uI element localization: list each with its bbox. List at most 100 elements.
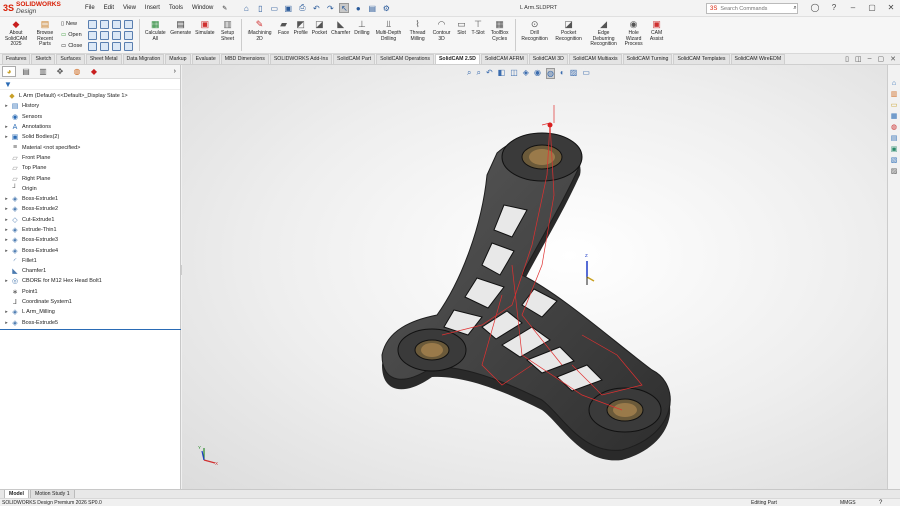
- feature-manager-tab-icon[interactable]: ◕: [2, 66, 16, 77]
- tree-item[interactable]: ◜ Fillet1: [0, 256, 180, 266]
- menu-window[interactable]: Window: [192, 5, 213, 12]
- about-solidcam-button[interactable]: ◆ About SolidCAM 2025: [0, 19, 32, 48]
- close-icon[interactable]: ✕: [886, 3, 896, 12]
- expand-arrow-icon[interactable]: ▸: [3, 124, 10, 130]
- redo-icon[interactable]: ↷: [325, 3, 335, 13]
- search-input[interactable]: [720, 5, 791, 12]
- tree-item[interactable]: ▸ ◈ Boss-Extrude3: [0, 235, 180, 245]
- calculate-all-button[interactable]: ▦ Calculate All: [142, 19, 168, 42]
- tab-solidcam-templates[interactable]: SolidCAM Templates: [673, 54, 730, 64]
- tree-item[interactable]: ▸ ◎ CBORE for M12 Hex Head Bolt1: [0, 276, 180, 286]
- tree-item[interactable]: ▸ ◈ Boss-Extrude1: [0, 194, 180, 204]
- file-explorer-icon[interactable]: ▭: [890, 101, 899, 109]
- graphics-viewport[interactable]: ⌕ ⌕ ↶ ◧ ◫ ◈ ◉ ◍ ◐ ▨ ▭ Y X Z: [182, 65, 887, 489]
- panel-expand-icon[interactable]: ›: [174, 68, 176, 75]
- design-library-icon[interactable]: ▥: [890, 90, 899, 98]
- tile-icon[interactable]: ▯: [845, 55, 849, 63]
- expand-arrow-icon[interactable]: ▸: [3, 227, 10, 233]
- tool-icon[interactable]: [100, 42, 110, 51]
- configuration-manager-tab-icon[interactable]: ▥: [36, 66, 50, 77]
- tool-icon[interactable]: [100, 31, 110, 40]
- new-button[interactable]: ▯ New: [61, 19, 82, 29]
- tab-data-migration[interactable]: Data Migration: [122, 54, 165, 64]
- tab-markup[interactable]: Markup: [165, 54, 191, 64]
- tool-icon[interactable]: [100, 20, 110, 29]
- extra-task-icon[interactable]: ▨: [890, 167, 899, 175]
- tree-item[interactable]: ◣ Chamfer1: [0, 266, 180, 276]
- tab-evaluate[interactable]: Evaluate: [191, 54, 220, 64]
- tree-item[interactable]: ∗ Point1: [0, 287, 180, 297]
- appearances-icon[interactable]: ◍: [890, 123, 899, 131]
- solidworks-resources-icon[interactable]: ⌂: [890, 79, 899, 87]
- tree-item[interactable]: ≡ Material <not specified>: [0, 142, 180, 152]
- tree-item[interactable]: ▸ ◈ Boss-Extrude4: [0, 245, 180, 255]
- new-document-icon[interactable]: ▯: [255, 3, 265, 13]
- unit-system[interactable]: MMGS: [840, 500, 856, 506]
- menu-file[interactable]: File: [85, 5, 95, 12]
- expand-arrow-icon[interactable]: ▸: [3, 320, 10, 326]
- expand-arrow-icon[interactable]: ▸: [3, 237, 10, 243]
- tab-solidcam-turning[interactable]: SolidCAM Turning: [622, 54, 673, 64]
- hole-wizard-process-button[interactable]: ◉ Hole Wizard Process: [622, 19, 646, 48]
- tab-sketch[interactable]: Sketch: [31, 54, 56, 64]
- tree-item[interactable]: ◉ Sensors: [0, 112, 180, 122]
- search-icon[interactable]: ⌕: [793, 5, 796, 12]
- setup-sheet-button[interactable]: ▥ Setup Sheet: [217, 19, 239, 42]
- drilling-button[interactable]: ⊥ Drilling: [352, 19, 371, 37]
- options-gear-icon[interactable]: ⚙: [381, 3, 391, 13]
- tab-solidworks-addins[interactable]: SOLIDWORKS Add-Ins: [269, 54, 333, 64]
- property-manager-tab-icon[interactable]: ▤: [19, 66, 33, 77]
- split-icon[interactable]: ◫: [855, 55, 862, 63]
- menu-view[interactable]: View: [123, 5, 136, 12]
- save-icon[interactable]: ▣: [283, 3, 293, 13]
- tree-item[interactable]: ⅃ Coordinate System1: [0, 297, 180, 307]
- custom-properties-icon[interactable]: ▤: [890, 134, 899, 142]
- user-icon[interactable]: ◯: [810, 3, 820, 12]
- chamfer-button[interactable]: ◣ Chamfer: [329, 19, 352, 37]
- view-palette-icon[interactable]: ▦: [890, 112, 899, 120]
- simulate-button[interactable]: ▣ Simulate: [193, 19, 216, 37]
- face-button[interactable]: ▰ Face: [276, 19, 292, 37]
- expand-arrow-icon[interactable]: ▸: [3, 196, 10, 202]
- forum-icon[interactable]: ▧: [890, 156, 899, 164]
- tab-solidcam-2-5d[interactable]: SolidCAM 2.5D: [434, 54, 480, 64]
- tool-icon[interactable]: [88, 42, 98, 51]
- tree-item[interactable]: ▸ ▣ Solid Bodies(2): [0, 132, 180, 142]
- tab-solidcam-part[interactable]: SolidCAM Part: [333, 54, 376, 64]
- expand-arrow-icon[interactable]: ▸: [3, 103, 10, 109]
- tree-item[interactable]: ▸ ◈ L Arm_Milling: [0, 307, 180, 317]
- tree-item[interactable]: ▸ ◈ Boss-Extrude2: [0, 204, 180, 214]
- toolbox-cycles-button[interactable]: ▦ ToolBox Cycles: [487, 19, 513, 42]
- solidcam-task-icon[interactable]: ▣: [890, 145, 899, 153]
- rebuild-icon[interactable]: ●: [353, 3, 363, 13]
- tab-sheet-metal[interactable]: Sheet Metal: [85, 54, 122, 64]
- tab-solidcam-wireedm[interactable]: SolidCAM WireEDM: [730, 54, 786, 64]
- close-button[interactable]: ▭ Close: [61, 41, 82, 51]
- profile-button[interactable]: ◩ Profile: [292, 19, 310, 37]
- tree-item[interactable]: ▱ Front Plane: [0, 153, 180, 163]
- tree-item[interactable]: ▱ Top Plane: [0, 163, 180, 173]
- tool-icon[interactable]: [112, 42, 122, 51]
- tool-icon[interactable]: [112, 31, 122, 40]
- search-box[interactable]: 3S ⌕: [706, 3, 798, 14]
- filter-icon[interactable]: ▼: [0, 79, 180, 90]
- expand-arrow-icon[interactable]: ▸: [3, 217, 10, 223]
- tree-item[interactable]: ▸ ◇ Cut-Extrude1: [0, 215, 180, 225]
- tool-icon[interactable]: [112, 20, 122, 29]
- tree-item[interactable]: ▸ ◈ Extrude-Thin1: [0, 225, 180, 235]
- pocket-button[interactable]: ◪ Pocket: [310, 19, 329, 37]
- rollback-bar[interactable]: [0, 328, 181, 330]
- expand-arrow-icon[interactable]: ▸: [3, 278, 10, 284]
- expand-arrow-icon[interactable]: ▸: [3, 206, 10, 212]
- home-icon[interactable]: ⌂: [241, 3, 251, 13]
- slot-button[interactable]: ▭ Slot: [454, 19, 470, 37]
- multidepth-drilling-button[interactable]: ⫫ Multi-Depth Drilling: [372, 19, 406, 42]
- drill-recognition-button[interactable]: ⊙ Drill Recognition: [518, 19, 552, 42]
- pin-icon[interactable]: ✎: [222, 5, 227, 12]
- tab-mbd-dimensions[interactable]: MBD Dimensions: [220, 54, 269, 64]
- menu-edit[interactable]: Edit: [104, 5, 114, 12]
- tree-item[interactable]: ┘ Origin: [0, 184, 180, 194]
- minimize-icon[interactable]: –: [848, 3, 858, 12]
- expand-arrow-icon[interactable]: ▸: [3, 248, 10, 254]
- solidcam-tab-icon[interactable]: ◆: [87, 66, 101, 77]
